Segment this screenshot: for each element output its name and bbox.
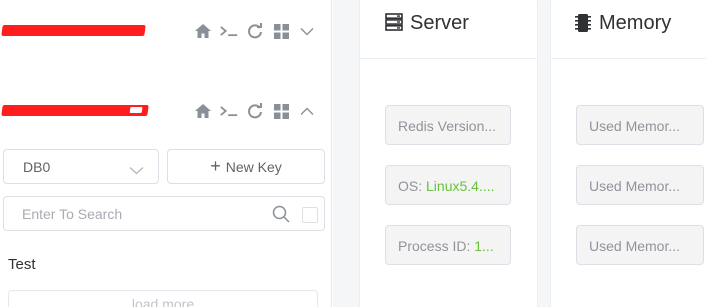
db-select[interactable]: DB0 [3, 149, 159, 184]
server-panel: Server Redis Version... OS: Linux5.4....… [359, 0, 538, 307]
redis-version-tag: Redis Version... [385, 105, 511, 145]
used-memory-tag: Used Memor... [576, 225, 704, 265]
home-icon[interactable] [194, 102, 212, 120]
memory-chip-icon [575, 13, 591, 38]
terminal-icon[interactable] [220, 102, 238, 120]
refresh-icon[interactable] [246, 102, 264, 120]
db-select-value: DB0 [23, 159, 51, 175]
used-memory-label: Used Memor... [589, 238, 681, 254]
chevron-down-icon [129, 162, 144, 180]
process-id-tag: Process ID: 1... [385, 225, 511, 265]
key-list-item[interactable]: Test [8, 256, 36, 273]
server-panel-header: Server [360, 0, 537, 59]
used-memory-label: Used Memor... [589, 178, 681, 194]
app-root: DB0 + New Key Test load more [0, 0, 706, 307]
exact-search-checkbox[interactable] [302, 207, 318, 223]
memory-panel-title: Memory [599, 12, 672, 34]
search-input[interactable] [5, 198, 267, 229]
search-icon[interactable] [272, 205, 290, 228]
new-key-label: New Key [225, 158, 282, 175]
process-id-value: 1... [474, 238, 494, 254]
connection-item-2[interactable] [0, 96, 332, 126]
redis-version-label: Redis Version... [398, 118, 497, 134]
connection-toolbar [194, 21, 316, 41]
grid-icon[interactable] [272, 22, 290, 40]
redacted-connection-name [1, 105, 149, 116]
os-label: OS: [398, 178, 427, 194]
server-icon [385, 13, 403, 36]
used-memory-label: Used Memor... [589, 118, 681, 134]
os-value: Linux5.4.... [426, 178, 495, 194]
process-id-label: Process ID: [398, 238, 475, 254]
used-memory-tag: Used Memor... [576, 165, 704, 205]
memory-panel-header: Memory [551, 0, 706, 59]
chevron-down-icon[interactable] [298, 22, 316, 40]
refresh-icon[interactable] [246, 22, 264, 40]
plus-icon: + [210, 155, 221, 176]
os-tag: OS: Linux5.4.... [385, 165, 511, 205]
home-icon[interactable] [194, 22, 212, 40]
connection-toolbar [194, 101, 316, 121]
used-memory-tag: Used Memor... [576, 105, 704, 145]
connection-item-1[interactable] [0, 16, 332, 46]
db-controls: DB0 + New Key [3, 149, 325, 184]
grid-icon[interactable] [272, 102, 290, 120]
load-more-button[interactable]: load more [8, 290, 318, 307]
memory-panel: Memory Used Memor... Used Memor... Used … [550, 0, 706, 307]
terminal-icon[interactable] [220, 22, 238, 40]
search-box [3, 196, 325, 231]
server-panel-title: Server [410, 12, 469, 34]
chevron-up-icon[interactable] [298, 102, 316, 120]
redacted-connection-name [1, 25, 146, 36]
sidebar: DB0 + New Key Test load more [0, 0, 332, 307]
new-key-button[interactable]: + New Key [167, 149, 325, 184]
